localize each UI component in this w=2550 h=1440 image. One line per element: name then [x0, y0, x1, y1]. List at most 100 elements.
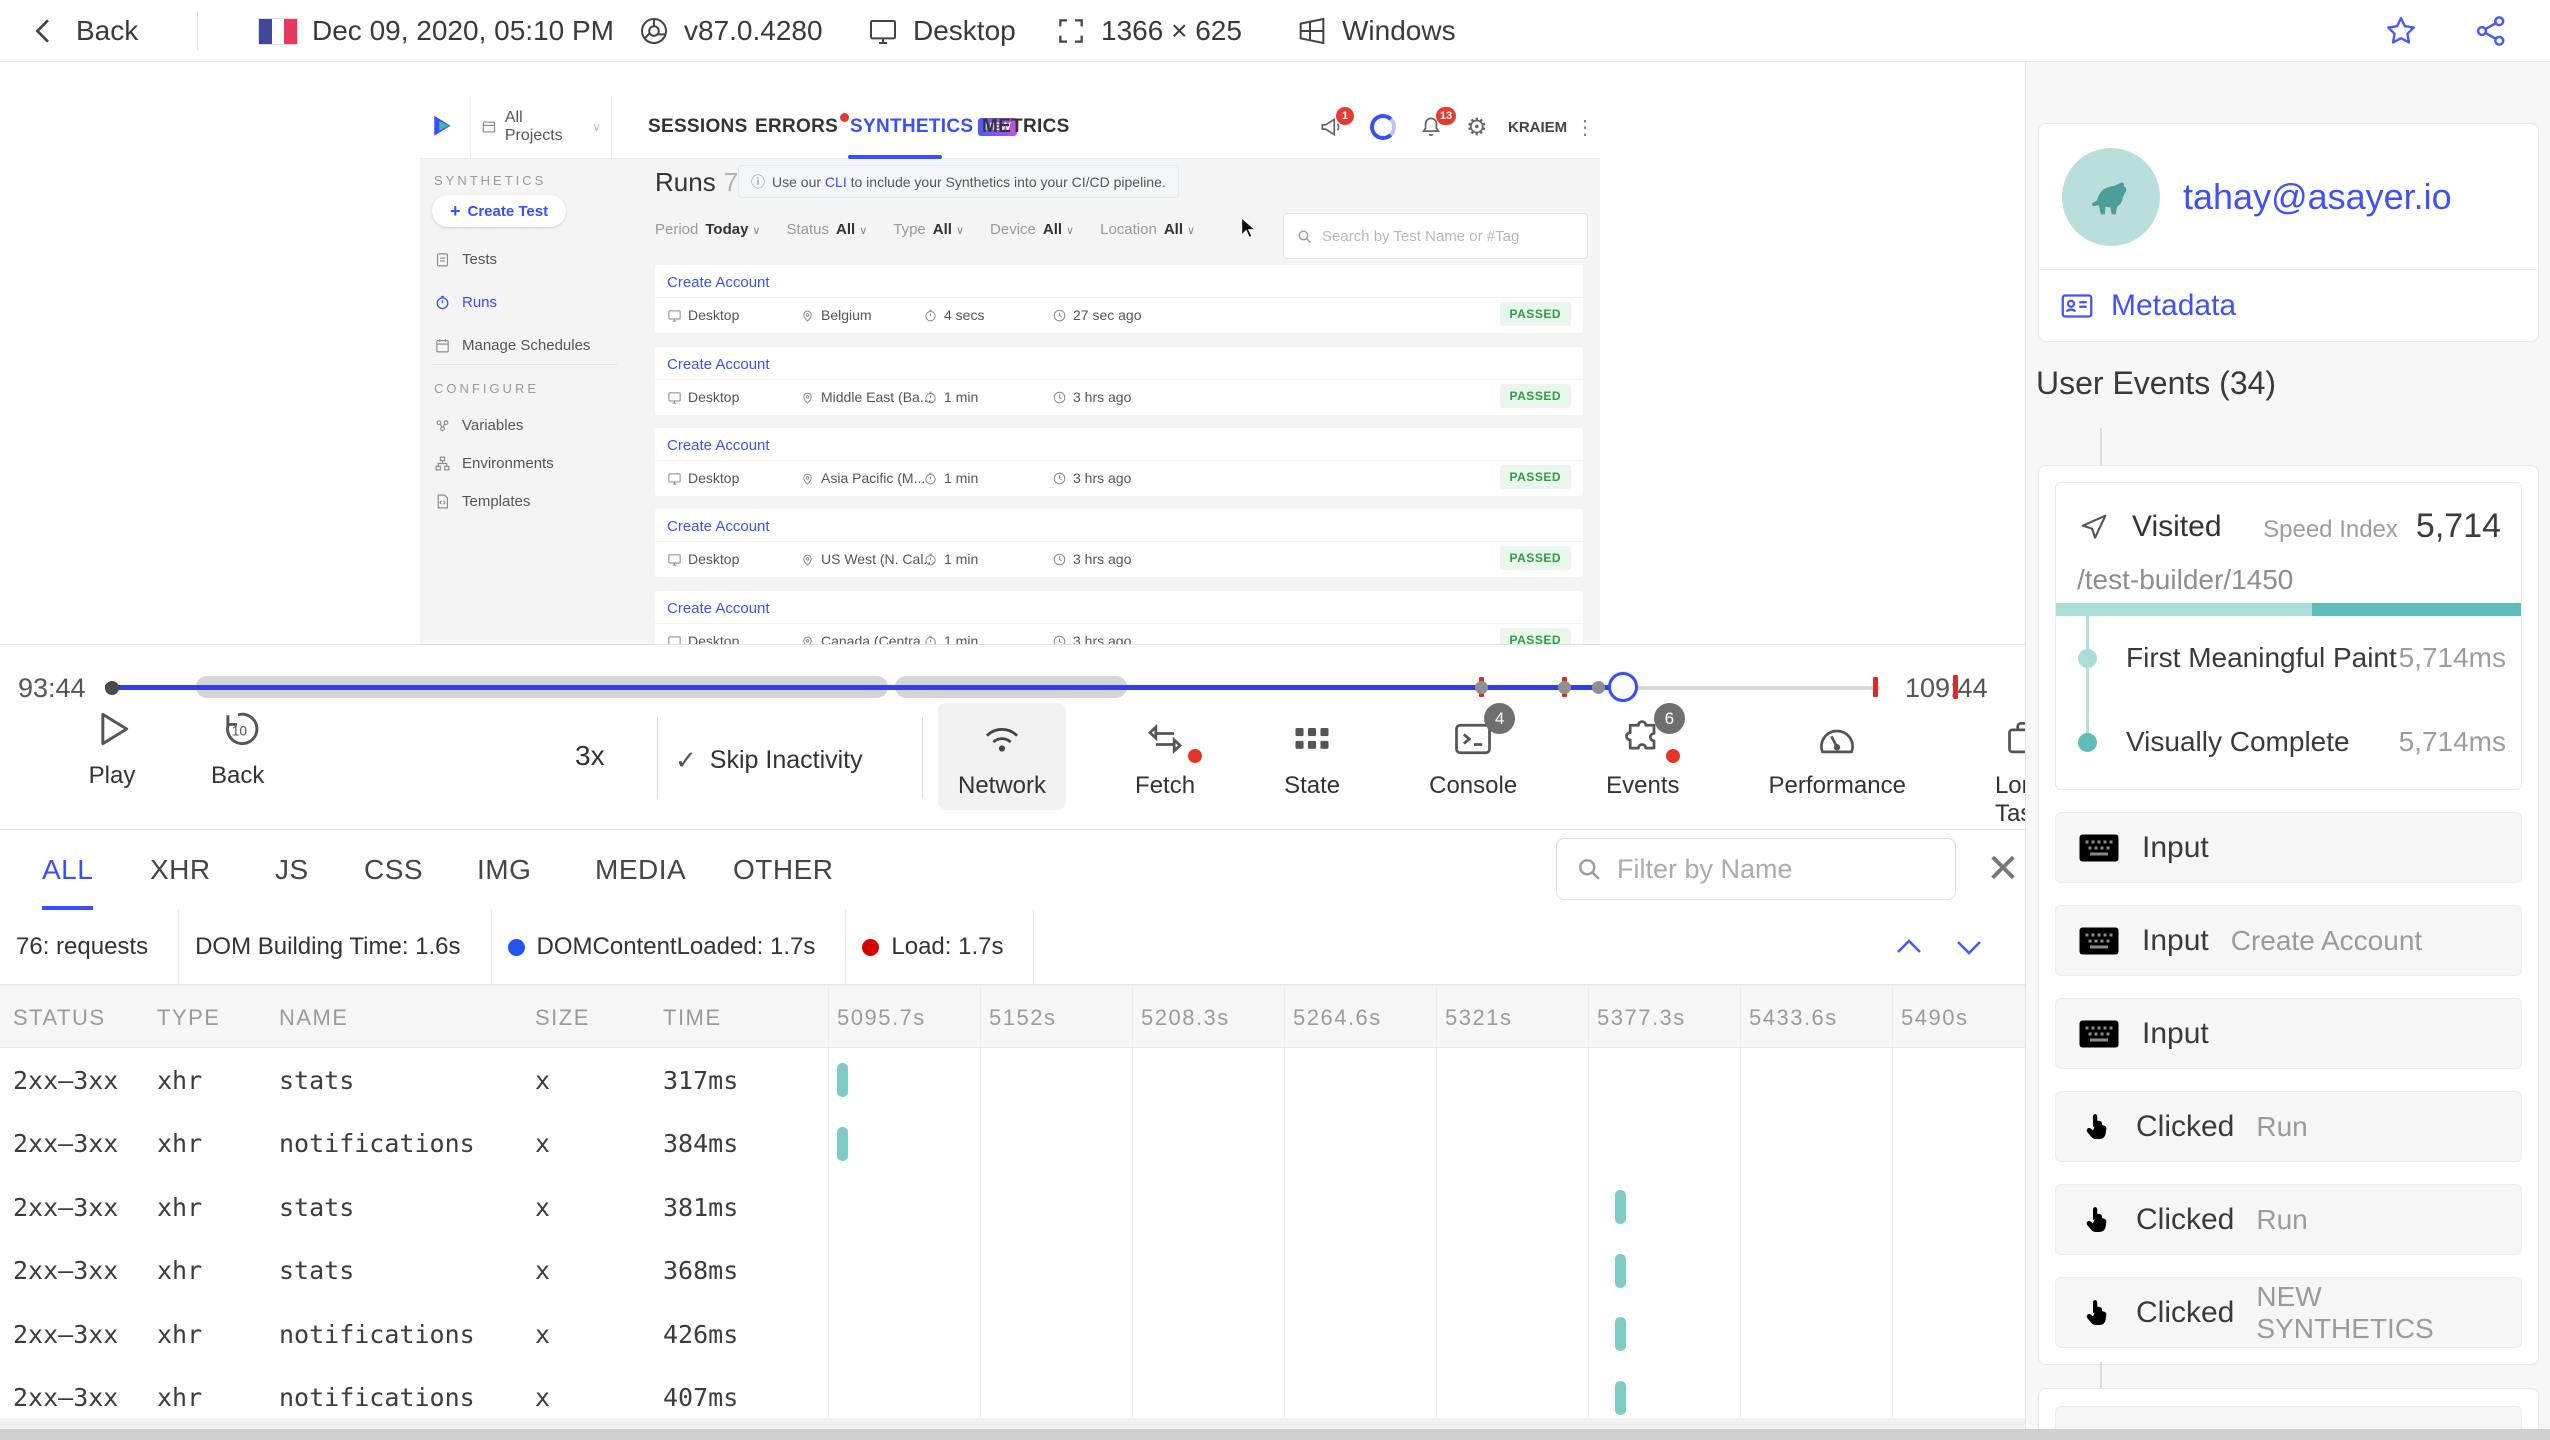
close-panel-button[interactable]: ✕	[1978, 844, 2025, 894]
event-item-input[interactable]: Input Create Account	[2055, 905, 2522, 976]
clock-cell: 3 hrs ago	[1052, 380, 1131, 414]
hand-icon	[2078, 1295, 2114, 1331]
event-item-click[interactable]: Clicked Run	[2055, 1091, 2522, 1162]
progress-spinner	[1370, 95, 1396, 159]
browser-info: v87.0.4280	[638, 0, 823, 62]
timeline-start-dot	[105, 681, 119, 695]
table-row[interactable]: 2xx–3xx xhr stats x 317ms	[0, 1048, 2025, 1112]
run-detail-row: Desktop Canada (Centra... 1 min 3 hrs ago PA…	[655, 624, 1583, 644]
event-item-input[interactable]: Input	[2055, 812, 2522, 883]
tab-js[interactable]: JS	[275, 830, 309, 910]
status-badge: PASSED	[1499, 302, 1571, 326]
favorite-button[interactable]	[2383, 0, 2419, 62]
back-button[interactable]: Back	[28, 0, 138, 62]
time-column-header: 5152s	[989, 1004, 1057, 1030]
tab-other[interactable]: OTHER	[733, 830, 834, 910]
column-header-name: NAME	[279, 1004, 349, 1030]
tab-css[interactable]: CSS	[364, 830, 423, 910]
id-card-icon	[2059, 288, 2095, 324]
event-item-click[interactable]: Clicked Run	[2055, 1184, 2522, 1255]
keyboard-icon	[2078, 833, 2120, 863]
metadata-button[interactable]: Metadata	[2039, 270, 2538, 341]
transport-controls: Play 10 Back	[88, 705, 264, 790]
table-row[interactable]: 2xx–3xx xhr notifications x 384ms	[0, 1112, 2025, 1176]
share-button[interactable]	[2473, 0, 2509, 62]
stopwatch-cell: 1 min	[923, 624, 978, 644]
play-icon	[88, 705, 136, 753]
sidebar-item-tests: Tests	[434, 251, 497, 268]
time-column-header: 5264.6s	[1293, 1004, 1382, 1030]
top-bar: Back Dec 09, 2020, 05:10 PM v87.0.4280 D…	[0, 0, 2550, 62]
cell-size: x	[535, 1129, 551, 1158]
console-toggle[interactable]: 4 Console	[1409, 703, 1537, 810]
tab-xhr[interactable]: XHR	[150, 830, 211, 910]
back-button[interactable]: 10 Back	[211, 705, 264, 790]
visited-event-card[interactable]: Visited Speed Index 5,714 /test-builder/…	[2055, 482, 2522, 790]
status-badge: PASSED	[1499, 465, 1571, 489]
cell-type: xhr	[157, 1319, 203, 1349]
load-time: Load: 1.7s	[846, 910, 1035, 984]
sidebar-item-manage-schedules: Manage Schedules	[434, 337, 590, 354]
session-date: Dec 09, 2020, 05:10 PM	[258, 0, 614, 62]
sidebar-item-label: Manage Schedules	[462, 337, 591, 354]
table-row[interactable]: 2xx–3xx xhr notifications x 407ms	[0, 1366, 2025, 1419]
tab-img[interactable]: IMG	[477, 830, 531, 910]
sidebar-item-runs: Runs	[434, 294, 497, 311]
play-button[interactable]: Play	[88, 705, 136, 790]
playback-speed[interactable]: 3x	[575, 740, 605, 772]
timeline-remaining	[1636, 686, 1880, 690]
bell-icon: 13	[1418, 95, 1457, 159]
app-top-nav: All Projects ∨ SESSIONS ERRORS SYNTHETIC…	[420, 95, 1600, 159]
filter-device: Device All ∨	[990, 221, 1075, 238]
run-name-link: Create Account	[655, 431, 1583, 461]
table-row[interactable]: 2xx–3xx xhr stats x 381ms	[0, 1175, 2025, 1239]
event-item-click[interactable]: Clicked NEW SYNTHETICS	[2055, 1277, 2522, 1348]
announce-icon: 1	[1318, 95, 1354, 159]
horizontal-scrollbar[interactable]	[0, 1429, 2550, 1440]
filter-status: Status All ∨	[786, 221, 868, 238]
page-metric-fmp: First Meaningful Paint 5,714ms	[2056, 640, 2521, 676]
table-row[interactable]: 2xx–3xx xhr stats x 368ms	[0, 1239, 2025, 1303]
performance-toggle[interactable]: Performance	[1749, 703, 1926, 810]
cell-name: stats	[279, 1065, 355, 1095]
column-header-time: TIME	[663, 1004, 722, 1030]
sidebar-item-environments: Environments	[434, 455, 554, 472]
keyboard-icon	[2078, 1019, 2120, 1049]
user-email[interactable]: tahay@asayer.io	[2183, 176, 2452, 218]
app-logo	[428, 95, 458, 159]
clock-cell: 27 sec ago	[1052, 298, 1142, 332]
device-info: Desktop	[867, 0, 1016, 62]
skip-inactivity-toggle[interactable]: ✓ Skip Inactivity	[675, 745, 863, 776]
errors-dot	[840, 112, 850, 122]
chevron-left-icon	[28, 15, 60, 47]
prev-request-button[interactable]	[1893, 935, 1925, 959]
events-toggle[interactable]: 6 Events	[1586, 703, 1699, 810]
calendar-icon	[434, 337, 451, 354]
status-badge: PASSED	[1499, 628, 1571, 644]
event-group-card: Visited Speed Index 5,714 /test-builder/…	[2038, 465, 2539, 1365]
request-waterfall-bar	[1615, 1380, 1627, 1415]
events-badge: 6	[1653, 703, 1685, 734]
close-icon: ✕	[1986, 847, 2020, 891]
kebab-menu-icon: ⋮	[1575, 116, 1595, 139]
tab-all[interactable]: ALL	[42, 830, 93, 910]
event-item-input[interactable]: Input	[2055, 998, 2522, 1069]
status-badge: PASSED	[1499, 546, 1571, 570]
playhead-handle[interactable]	[1607, 672, 1638, 702]
cell-name: notifications	[279, 1319, 475, 1349]
tab-media[interactable]: MEDIA	[595, 830, 686, 910]
monitor-icon	[867, 15, 899, 47]
timeline-track[interactable]	[105, 672, 1880, 702]
stopwatch-cell: 1 min	[923, 461, 978, 495]
network-toggle[interactable]: Network	[938, 703, 1067, 810]
hand-icon	[2078, 1202, 2114, 1238]
sidebar-item-templates: Templates	[434, 493, 530, 510]
table-row[interactable]: 2xx–3xx xhr notifications x 426ms	[0, 1302, 2025, 1366]
state-toggle[interactable]: State	[1264, 703, 1360, 810]
cell-time: 368ms	[663, 1256, 739, 1285]
network-filter-input[interactable]: Filter by Name	[1556, 838, 1956, 900]
next-request-button[interactable]	[1953, 935, 1985, 959]
fetch-alert-dot	[1188, 749, 1203, 763]
request-waterfall-bar	[1615, 1190, 1627, 1224]
fetch-toggle[interactable]: Fetch	[1115, 703, 1215, 810]
